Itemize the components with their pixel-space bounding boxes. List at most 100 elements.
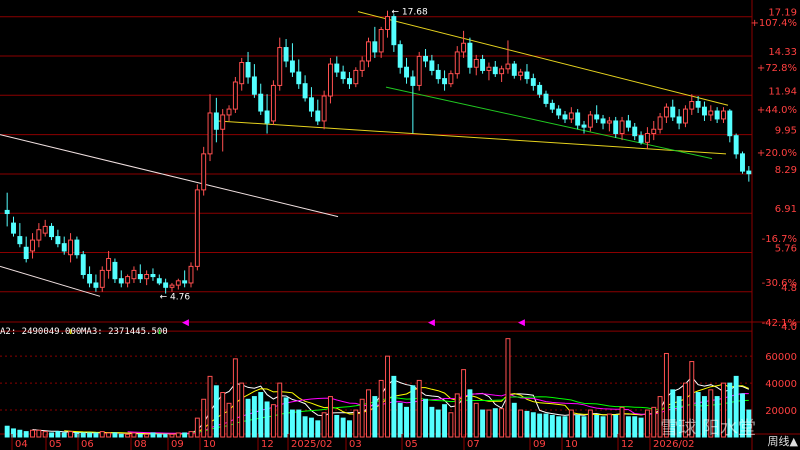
candle-body xyxy=(258,93,264,112)
candle-body xyxy=(137,274,143,280)
candle-body xyxy=(321,95,327,122)
volume-bar xyxy=(625,416,631,438)
candle-body xyxy=(163,282,169,288)
candle-body xyxy=(663,106,669,118)
x-tick-label: 09 xyxy=(533,439,546,450)
volume-bar xyxy=(17,429,23,438)
x-tick-label: 12 xyxy=(621,439,634,450)
volume-bar xyxy=(651,406,657,438)
x-tick-label: 09 xyxy=(171,439,184,450)
trendline-channel xyxy=(385,86,713,160)
volume-bar xyxy=(55,431,61,438)
x-tick-label: 08 xyxy=(134,439,147,450)
candle-body xyxy=(156,278,162,284)
volume-bar xyxy=(391,375,397,438)
percent-tick-label: +72.8% xyxy=(757,63,797,74)
candle-body xyxy=(359,60,365,71)
volume-bar xyxy=(638,417,644,438)
candle-body xyxy=(562,114,568,120)
candle-body xyxy=(118,278,124,284)
volume-bar xyxy=(499,408,505,438)
volume-bar xyxy=(416,379,422,438)
volume-bar xyxy=(473,402,479,438)
candle-body xyxy=(366,41,371,62)
volume-bar xyxy=(556,416,562,438)
chart-stage: ← 17.68 ← 4.76 17.19 14.33 11.94 9.95 8.29 6.91… xyxy=(0,0,800,450)
candle-body xyxy=(714,110,720,120)
volume-bar xyxy=(410,385,416,438)
candle-body xyxy=(404,66,409,78)
candle-body xyxy=(530,78,536,86)
volume-bar xyxy=(378,379,384,438)
candle-body xyxy=(625,120,631,128)
candle-body xyxy=(682,108,688,124)
candle-body xyxy=(524,71,530,80)
volume-bar xyxy=(163,433,169,438)
trendline-top xyxy=(357,11,729,106)
volume-bar xyxy=(277,382,283,438)
volume-bar xyxy=(385,355,390,438)
candle-body xyxy=(638,135,644,143)
x-tick-label: 05 xyxy=(405,439,418,450)
percent-tick-label: +107.4% xyxy=(750,18,797,29)
volume-bar xyxy=(537,413,543,438)
period-toggle-button[interactable]: 周线▲ xyxy=(768,433,798,449)
candle-body xyxy=(594,114,600,120)
candle-body xyxy=(99,269,105,288)
volume-bar xyxy=(492,408,498,438)
candle-body xyxy=(61,243,67,252)
volume-bar xyxy=(207,375,213,438)
candle-body xyxy=(632,126,638,137)
candle-body xyxy=(505,63,511,70)
candle-body xyxy=(435,69,441,80)
candle-body xyxy=(511,63,517,76)
price-tick-label: 11.94 xyxy=(768,86,797,97)
percent-tick-label: -30.6% xyxy=(762,278,797,289)
volume-bar xyxy=(423,398,429,438)
candle-body xyxy=(207,112,213,155)
volume-bar xyxy=(30,429,35,438)
event-marker: ◀ xyxy=(182,318,189,328)
candle-body xyxy=(727,110,733,137)
volume-bar xyxy=(486,409,492,438)
volume-bar xyxy=(232,358,238,438)
candle-body xyxy=(473,58,479,68)
volume-bar xyxy=(308,417,314,438)
candle-body xyxy=(17,236,23,245)
volume-bar xyxy=(600,416,606,438)
volume-bar xyxy=(530,412,536,438)
volume-bar xyxy=(613,414,619,438)
candle-body xyxy=(201,153,207,191)
candle-body xyxy=(302,83,308,99)
volume-bar xyxy=(87,432,93,438)
candle-body xyxy=(112,261,118,280)
volume-bar xyxy=(118,433,124,438)
candle-body xyxy=(315,110,321,122)
volume-bar xyxy=(347,420,352,438)
candle-body xyxy=(568,112,574,120)
volume-bar xyxy=(226,402,232,438)
ma-readout-b: MA3: 2371445.500 xyxy=(81,327,168,337)
volume-bar xyxy=(606,413,612,438)
candle-body xyxy=(378,29,384,53)
candle-body xyxy=(213,112,219,130)
volume-bar xyxy=(524,410,530,438)
volume-bar xyxy=(42,431,48,438)
volume-bar xyxy=(144,433,150,438)
candle-body xyxy=(613,120,619,135)
candle-body xyxy=(454,51,460,75)
trendline-left-upper xyxy=(0,134,339,218)
volume-bar xyxy=(397,402,403,438)
candle-body xyxy=(239,62,245,85)
volume-bar xyxy=(467,389,473,438)
candle-body xyxy=(347,78,352,85)
volume-bar xyxy=(372,396,378,438)
volume-bar xyxy=(213,385,219,438)
volume-bar xyxy=(245,398,251,438)
candle-body xyxy=(461,42,467,53)
volume-bar xyxy=(4,425,10,438)
candle-body xyxy=(42,225,48,234)
candle-body xyxy=(581,124,587,128)
volume-bar xyxy=(454,393,460,438)
candle-body xyxy=(36,229,42,241)
